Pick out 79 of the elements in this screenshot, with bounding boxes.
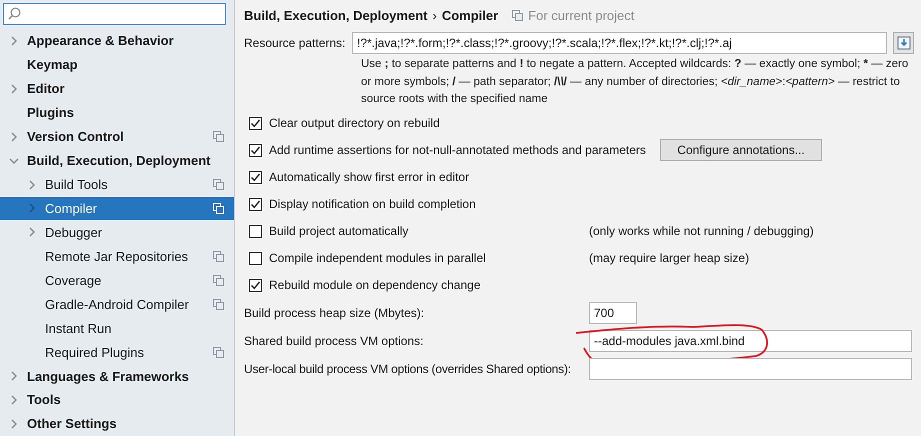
sidebar-item-label: Other Settings xyxy=(27,416,118,432)
chevron-right-icon[interactable] xyxy=(9,371,19,382)
sidebar-item-label: Appearance & Behavior xyxy=(27,33,175,48)
sidebar-item-label: Remote Jar Repositories xyxy=(45,248,190,264)
checkbox[interactable] xyxy=(249,116,262,130)
sidebar-item-label: Gradle-Android Compiler xyxy=(45,296,190,312)
sidebar-item[interactable]: Tools xyxy=(0,388,234,412)
checkbox-label: Display notification on build completion xyxy=(269,197,476,211)
checkbox-label: Automatically show first error in editor xyxy=(269,170,470,184)
field-label: Shared build process VM options: xyxy=(244,334,424,348)
checkbox[interactable] xyxy=(249,252,262,264)
sidebar-item[interactable]: Instant Run xyxy=(0,316,234,340)
chevron-right-icon[interactable] xyxy=(9,84,19,94)
option-note: (may require larger heap size) xyxy=(589,251,750,265)
sidebar-item[interactable]: Debugger xyxy=(0,220,234,244)
breadcrumb-separator: › xyxy=(432,8,437,22)
sidebar-item-label: Compiler xyxy=(45,200,98,216)
scope-label: For current project xyxy=(528,8,634,22)
checkbox[interactable] xyxy=(249,278,262,292)
chevron-right-icon[interactable] xyxy=(9,418,19,429)
sidebar-item-label: Required Plugins xyxy=(45,344,146,360)
sidebar-item[interactable]: Editor xyxy=(0,76,234,101)
checkbox-label: Clear output directory on rebuild xyxy=(269,116,440,130)
breadcrumb-item: Build, Execution, Deployment xyxy=(244,8,428,22)
field-label: Build process heap size (Mbytes): xyxy=(244,306,426,320)
sidebar-item-label: Build, Execution, Deployment xyxy=(27,153,212,168)
configure-button[interactable]: Configure annotations... xyxy=(660,139,822,161)
sidebar-item[interactable]: Build, Execution, Deployment xyxy=(0,148,234,173)
chevron-right-icon[interactable] xyxy=(9,36,19,46)
sidebar-item-label: Keymap xyxy=(27,57,79,72)
checkbox-label: Rebuild module on dependency change xyxy=(269,278,480,292)
checkbox-label: Build project automatically xyxy=(269,224,408,238)
sidebar-item[interactable]: Remote Jar Repositories xyxy=(0,244,234,268)
checkbox[interactable] xyxy=(249,170,262,184)
input-field[interactable] xyxy=(589,358,912,380)
copy-icon xyxy=(512,10,524,20)
sidebar-item[interactable]: Other Settings xyxy=(0,412,234,436)
checkbox[interactable] xyxy=(249,198,262,210)
checkbox[interactable] xyxy=(249,144,262,156)
sidebar-item-label: Version Control xyxy=(27,129,125,144)
checkbox[interactable] xyxy=(249,224,262,238)
hint-text: Use ; to separate patterns and ! to negate a pattern. Accepted wildcards: ? — exactly one symbol; * — zero or more symbols; / — path separator; /\\/ — any number of directories; <dir_name>:<pattern> — restrict to source roots with the specified name xyxy=(361,57,910,107)
sidebar-item-label: Languages & Frameworks xyxy=(27,368,190,384)
search-field[interactable] xyxy=(3,3,226,25)
import-button[interactable] xyxy=(893,32,914,54)
checkbox-label: Add runtime assertions for not-null-annotated methods and parameters xyxy=(269,143,646,157)
sidebar-item[interactable]: Build Tools xyxy=(0,172,234,197)
sidebar-item[interactable]: Plugins xyxy=(0,100,234,125)
sidebar-item-label: Plugins xyxy=(27,105,75,120)
sidebar-item[interactable]: Compiler xyxy=(0,196,234,220)
field-label: Resource patterns: xyxy=(244,36,346,50)
chevron-right-icon[interactable] xyxy=(27,180,37,190)
sidebar-item-label: Debugger xyxy=(45,224,104,240)
sidebar-item[interactable]: Required Plugins xyxy=(0,340,234,364)
chevron-right-icon[interactable] xyxy=(9,132,19,142)
sidebar-item-label: Instant Run xyxy=(45,320,112,336)
chevron-right-icon[interactable] xyxy=(27,203,37,214)
input-field[interactable]: --add-modules java.xml.bind xyxy=(589,330,912,352)
chevron-down-icon[interactable] xyxy=(9,156,19,166)
chevron-right-icon[interactable] xyxy=(27,227,37,238)
download-icon xyxy=(896,36,910,50)
sidebar-item[interactable]: Version Control xyxy=(0,124,234,149)
input-field[interactable]: 700 xyxy=(589,302,637,324)
sidebar-item[interactable]: Gradle-Android Compiler xyxy=(0,292,234,316)
field-label: User-local build process VM options (overrides Shared options): xyxy=(244,362,572,376)
input-field[interactable]: !?*.java;!?*.form;!?*.class;!?*.groovy;!?*.scala;!?*.flex;!?*.kt;!?*.clj;!?*.aj xyxy=(352,32,887,54)
sidebar-item-label: Coverage xyxy=(45,272,102,288)
sidebar-item[interactable]: Keymap xyxy=(0,52,234,77)
sidebar-item[interactable]: Coverage xyxy=(0,268,234,292)
sidebar-item-label: Build Tools xyxy=(45,177,109,192)
sidebar-item[interactable]: Appearance & Behavior xyxy=(0,28,234,53)
checkbox-label: Compile independent modules in parallel xyxy=(269,251,486,265)
breadcrumb-item: Compiler xyxy=(442,8,498,22)
sidebar-item[interactable]: Languages & Frameworks xyxy=(0,364,234,388)
option-note: (only works while not running / debugging) xyxy=(589,224,814,238)
search-icon xyxy=(8,7,21,20)
sidebar-item-label: Tools xyxy=(27,392,62,408)
sidebar-item-label: Editor xyxy=(27,81,66,96)
chevron-right-icon[interactable] xyxy=(9,394,19,405)
